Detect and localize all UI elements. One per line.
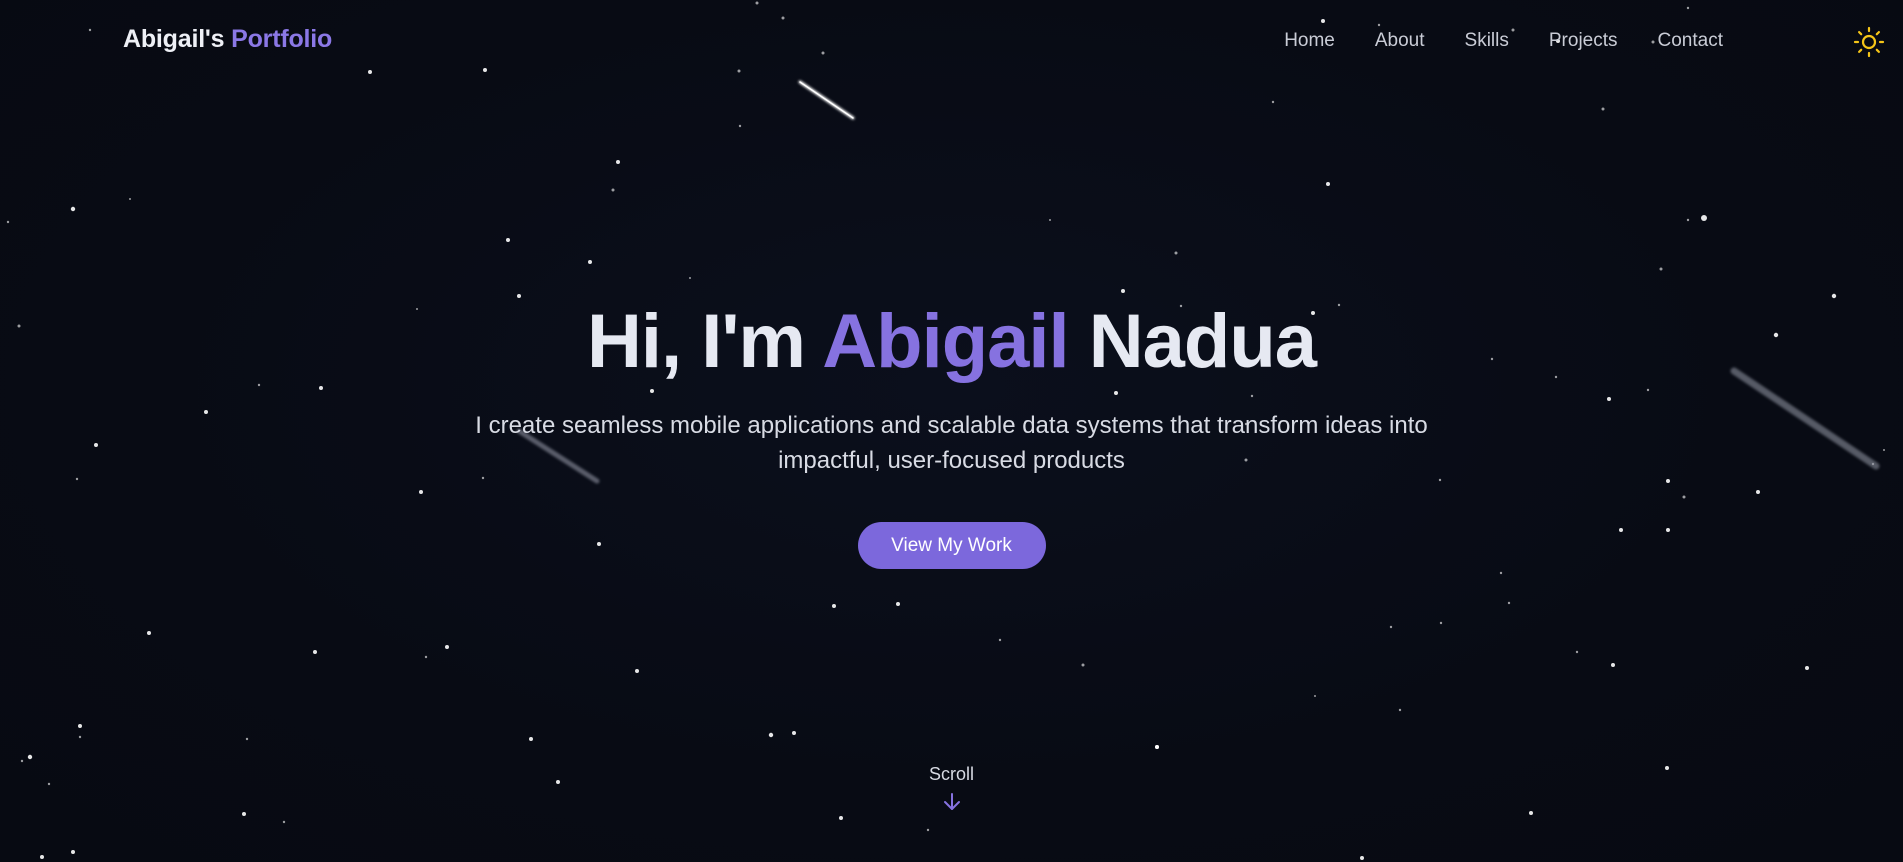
brand-name: Abigail's (123, 25, 225, 53)
navbar: Abigail's Portfolio Home About Skills Pr… (0, 0, 1903, 84)
shooting-star (799, 81, 854, 119)
star (1360, 856, 1364, 860)
star (27, 754, 33, 760)
nav-link-contact[interactable]: Contact (1658, 30, 1723, 52)
star (839, 816, 843, 820)
star (70, 206, 76, 212)
star (792, 731, 796, 735)
hero-subtitle: I create seamless mobile applications an… (475, 411, 1428, 474)
brand-logo[interactable]: Abigail's Portfolio (123, 25, 332, 54)
star (1271, 100, 1275, 104)
star (1155, 745, 1159, 749)
hero-greeting: Hi, I'm (586, 299, 806, 384)
star (1575, 650, 1579, 654)
hero-title: Hi, I'm Abigail Nadua (0, 300, 1903, 384)
star (445, 645, 449, 649)
nav-links: Home About Skills Projects Contact (1284, 30, 1723, 52)
star (78, 735, 82, 739)
star (1081, 663, 1085, 667)
brand-accent: Portfolio (231, 25, 333, 53)
star (1831, 293, 1837, 299)
star (738, 124, 742, 128)
nav-link-projects[interactable]: Projects (1549, 30, 1618, 52)
star (78, 724, 82, 728)
star (635, 669, 639, 673)
star (1326, 182, 1330, 186)
star (1805, 666, 1809, 670)
star (832, 604, 836, 608)
star (611, 188, 615, 192)
view-my-work-button[interactable]: View My Work (857, 521, 1046, 569)
arrow-down-icon (943, 793, 960, 810)
star (616, 160, 620, 164)
star (6, 220, 10, 224)
star (1314, 695, 1316, 697)
nav-link-home[interactable]: Home (1284, 30, 1335, 52)
star (40, 855, 44, 859)
star (998, 638, 1002, 642)
nav-link-about[interactable]: About (1375, 30, 1425, 52)
star (1121, 289, 1125, 293)
star (71, 850, 75, 854)
star (313, 650, 317, 654)
hero-first-name: Abigail (822, 299, 1069, 384)
star (1174, 251, 1178, 255)
star (245, 737, 249, 741)
star (1439, 621, 1443, 625)
star (282, 820, 286, 824)
theme-toggle-button[interactable] (1853, 26, 1885, 58)
star (1611, 663, 1615, 667)
sun-icon (1853, 26, 1885, 58)
star (1601, 107, 1605, 111)
star (506, 238, 510, 242)
star (1686, 218, 1690, 222)
star (1659, 267, 1663, 271)
hero-section: Hi, I'm Abigail Nadua I create seamless … (0, 300, 1903, 569)
star (1398, 708, 1402, 712)
star (689, 277, 691, 279)
star (1499, 571, 1503, 575)
star (768, 732, 774, 738)
star (517, 294, 521, 298)
star (896, 602, 900, 606)
star (588, 260, 592, 264)
star (129, 198, 131, 200)
star (147, 631, 151, 635)
star (926, 828, 930, 832)
star (1701, 215, 1707, 221)
star (1049, 219, 1051, 221)
star (424, 655, 428, 659)
hero-last-name: Nadua (1088, 299, 1317, 384)
star (1389, 625, 1393, 629)
star (1507, 601, 1511, 605)
star (529, 737, 533, 741)
portfolio-page: Abigail's Portfolio Home About Skills Pr… (0, 0, 1903, 862)
scroll-indicator[interactable]: Scroll (0, 764, 1903, 813)
scroll-label: Scroll (928, 764, 974, 784)
nav-link-skills[interactable]: Skills (1465, 30, 1509, 52)
star (20, 759, 24, 763)
